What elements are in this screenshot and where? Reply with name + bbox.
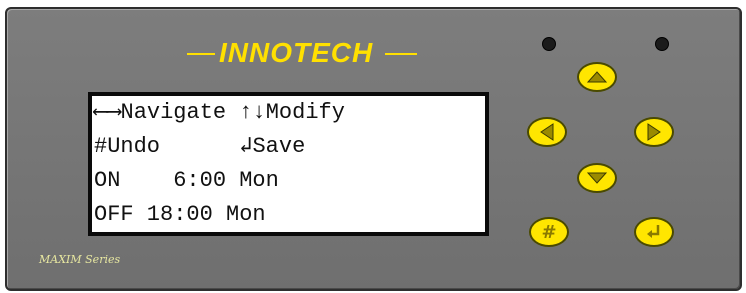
right-button[interactable] [634,117,674,147]
lcd-row-2: #Undo ↲Save [94,134,306,159]
down-button[interactable] [577,163,617,193]
series-label: MAXIM Series [39,253,121,266]
lcd-row-4: OFF 18:00 Mon [94,202,266,227]
hash-label: # [541,221,557,243]
left-button[interactable] [527,117,567,147]
lcd-row-1: ⟵⟶Navigate ↑↓Modify [94,100,345,125]
logo-line-right [385,53,417,55]
brand-logo: INNOTECH [187,37,417,71]
up-button[interactable] [577,62,617,92]
controller-panel: INNOTECH ⟵⟶Navigate ↑↓Modify #Undo ↲Save… [5,7,742,291]
up-arrow-icon [587,71,607,83]
status-led-left [542,37,556,51]
left-arrow-icon [540,123,554,141]
enter-icon [645,223,663,241]
logo-line-left [187,53,215,55]
status-led-right [655,37,669,51]
lcd-row-3: ON 6:00 Mon [94,168,279,193]
down-arrow-icon [587,172,607,184]
hash-undo-button[interactable]: # [529,217,569,247]
right-arrow-icon [647,123,661,141]
brand-name: INNOTECH [219,37,374,68]
enter-save-button[interactable] [634,217,674,247]
lcd-display: ⟵⟶Navigate ↑↓Modify #Undo ↲Save ON 6:00 … [88,92,489,236]
